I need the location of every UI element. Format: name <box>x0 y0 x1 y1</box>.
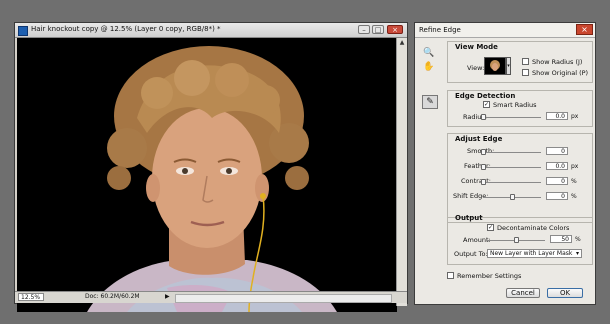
dialog-title-bar[interactable]: Refine Edge × <box>415 23 595 38</box>
status-menu-arrow-icon[interactable]: ▶ <box>165 293 170 300</box>
radius-field[interactable]: 0.0 <box>546 112 568 120</box>
smooth-slider[interactable] <box>483 152 541 153</box>
smart-radius-label: Smart Radius <box>493 101 537 109</box>
chevron-down-icon: ▾ <box>575 250 579 257</box>
status-bar: 12.5% Doc: 60.2M/60.2M ▶ <box>15 291 407 303</box>
refine-edge-dialog: Refine Edge × 🔍 ✋ ✎ View Mode View: ▾ Sh… <box>414 22 596 305</box>
output-to-value: New Layer with Layer Mask <box>490 250 573 257</box>
document-title: Hair knockout copy @ 12.5% (Layer 0 copy… <box>31 25 221 33</box>
feather-field[interactable]: 0.0 <box>546 162 568 170</box>
document-window: Hair knockout copy @ 12.5% (Layer 0 copy… <box>14 22 408 312</box>
doc-info: Doc: 60.2M/60.2M <box>85 293 140 300</box>
image-canvas[interactable] <box>17 38 397 312</box>
maximize-button[interactable]: □ <box>372 25 384 34</box>
shift-edge-label: Shift Edge: <box>453 192 489 200</box>
contrast-field[interactable]: 0 <box>546 177 568 185</box>
view-label: View: <box>467 64 485 72</box>
shift-edge-unit: % <box>571 193 577 200</box>
contrast-unit: % <box>571 178 577 185</box>
horizontal-scrollbar[interactable] <box>175 294 392 303</box>
shift-edge-slider-thumb[interactable] <box>510 194 515 200</box>
contrast-slider-thumb[interactable] <box>481 179 486 185</box>
output-to-label: Output To: <box>454 250 488 258</box>
document-title-bar[interactable]: Hair knockout copy @ 12.5% (Layer 0 copy… <box>15 23 407 38</box>
view-mode-dropdown-icon[interactable]: ▾ <box>506 57 511 75</box>
feather-slider[interactable] <box>483 167 541 168</box>
contrast-slider[interactable] <box>483 182 541 183</box>
output-to-select[interactable]: New Layer with Layer Mask ▾ <box>487 249 582 258</box>
amount-slider-thumb[interactable] <box>514 237 519 243</box>
scroll-up-icon[interactable]: ▲ <box>398 39 406 47</box>
close-button[interactable]: × <box>387 25 403 34</box>
show-radius-label: Show Radius (J) <box>532 58 583 66</box>
hand-tool-icon[interactable]: ✋ <box>422 61 436 73</box>
smooth-field[interactable]: 0 <box>546 147 568 155</box>
zoom-field[interactable]: 12.5% <box>18 293 44 301</box>
remember-settings-checkbox[interactable] <box>447 272 454 279</box>
output-header: Output <box>455 214 483 222</box>
photoshop-document-icon <box>18 26 28 36</box>
radius-slider-thumb[interactable] <box>481 114 486 120</box>
minimize-button[interactable]: – <box>358 25 370 34</box>
radius-unit: px <box>571 113 579 120</box>
view-mode-thumbnail[interactable] <box>484 57 506 75</box>
decontaminate-colors-checkbox[interactable] <box>487 224 494 231</box>
refine-radius-tool-icon[interactable]: ✎ <box>422 95 438 109</box>
feather-slider-thumb[interactable] <box>481 164 486 170</box>
smart-radius-checkbox[interactable] <box>483 101 490 108</box>
show-original-label: Show Original (P) <box>532 69 589 77</box>
portrait-image <box>87 46 337 312</box>
cancel-button[interactable]: Cancel <box>506 288 540 298</box>
dialog-title: Refine Edge <box>419 26 461 34</box>
edge-detection-header: Edge Detection <box>455 92 516 100</box>
ok-button[interactable]: OK <box>547 288 583 298</box>
amount-field[interactable]: 50 <box>550 235 572 243</box>
dialog-close-button[interactable]: × <box>576 24 593 35</box>
amount-unit: % <box>575 236 581 243</box>
view-mode-header: View Mode <box>455 43 498 51</box>
vertical-scrollbar[interactable]: ▲ ▼ <box>396 38 407 306</box>
show-original-checkbox[interactable] <box>522 69 529 76</box>
feather-label: Feather: <box>464 162 491 170</box>
zoom-tool-icon[interactable]: 🔍 <box>422 47 436 59</box>
adjust-edge-header: Adjust Edge <box>455 135 503 143</box>
show-radius-checkbox[interactable] <box>522 58 529 65</box>
shift-edge-field[interactable]: 0 <box>546 192 568 200</box>
feather-unit: px <box>571 163 579 170</box>
decontaminate-colors-label: Decontaminate Colors <box>497 224 570 232</box>
smooth-slider-thumb[interactable] <box>481 149 486 155</box>
remember-settings-label: Remember Settings <box>457 272 522 280</box>
contrast-label: Contrast: <box>461 177 491 185</box>
radius-slider[interactable] <box>483 117 541 118</box>
